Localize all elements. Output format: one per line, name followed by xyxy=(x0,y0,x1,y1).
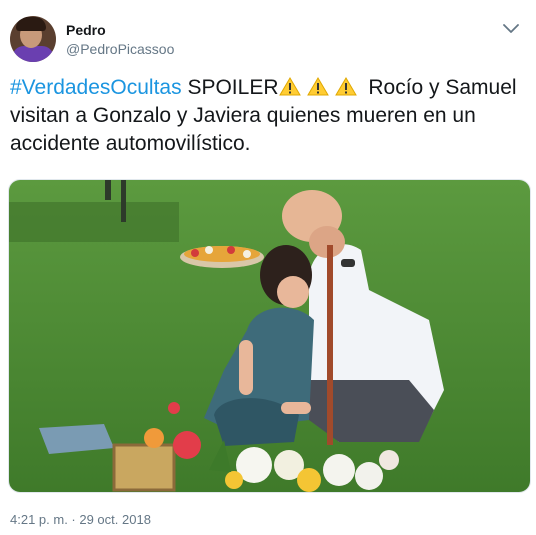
tweet-photo[interactable] xyxy=(8,179,531,493)
tweet-body-line1: Rocío y Samuel xyxy=(368,76,517,99)
avatar[interactable] xyxy=(10,16,56,62)
tweet-timestamp[interactable]: 4:21 p. m. · 29 oct. 2018 xyxy=(10,512,151,527)
tweet-body-continued: visitan a Gonzalo y Javiera quienes muer… xyxy=(10,104,476,155)
display-name[interactable]: Pedro xyxy=(66,22,106,38)
warning-icon xyxy=(278,77,301,96)
tweet-text: #VerdadesOcultas SPOILER Rocío y Samuel … xyxy=(10,74,520,158)
warning-icon xyxy=(306,77,329,96)
tweet-card: Pedro @PedroPicassoo #VerdadesOcultas SP… xyxy=(0,0,536,535)
warning-icon xyxy=(334,77,357,96)
user-handle[interactable]: @PedroPicassoo xyxy=(66,41,174,57)
photo-scene xyxy=(9,180,530,492)
spoiler-word: SPOILER xyxy=(187,76,279,99)
hashtag-link[interactable]: #VerdadesOcultas xyxy=(10,76,182,99)
chevron-down-icon[interactable] xyxy=(502,22,520,36)
